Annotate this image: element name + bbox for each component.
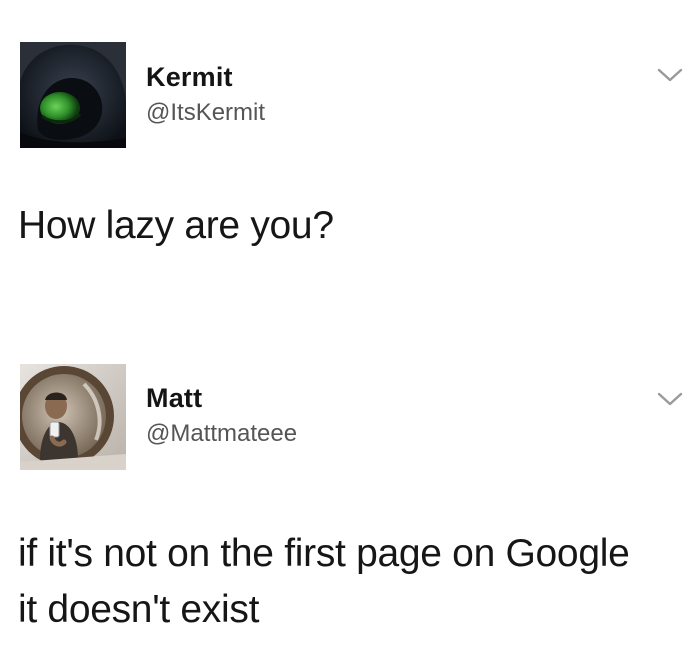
- matt-avatar[interactable]: [20, 364, 126, 470]
- tweet-text-line: How lazy are you?: [18, 204, 334, 247]
- tweet-kermit: Kermit @ItsKermit How lazy are you?: [0, 0, 700, 300]
- user-handle[interactable]: @Mattmateee: [146, 420, 297, 448]
- user-handle[interactable]: @ItsKermit: [146, 99, 265, 127]
- chevron-down-icon[interactable]: [656, 66, 684, 86]
- display-name[interactable]: Kermit: [146, 62, 233, 93]
- tweet-text: How lazy are you?: [18, 198, 678, 254]
- tweet-text-line: if it's not on the first page on Google: [18, 532, 630, 575]
- mirror-selfie-avatar-icon: [20, 364, 126, 470]
- tweet-text: if it's not on the first page on Google …: [18, 526, 678, 638]
- tweet-text-line: it doesn't exist: [18, 588, 260, 631]
- display-name[interactable]: Matt: [146, 383, 202, 414]
- hooded-kermit-avatar-icon: [20, 42, 126, 148]
- chevron-down-icon[interactable]: [656, 390, 684, 410]
- tweet-matt: Matt @Mattmateee if it's not on the firs…: [0, 330, 700, 672]
- kermit-avatar[interactable]: [20, 42, 126, 148]
